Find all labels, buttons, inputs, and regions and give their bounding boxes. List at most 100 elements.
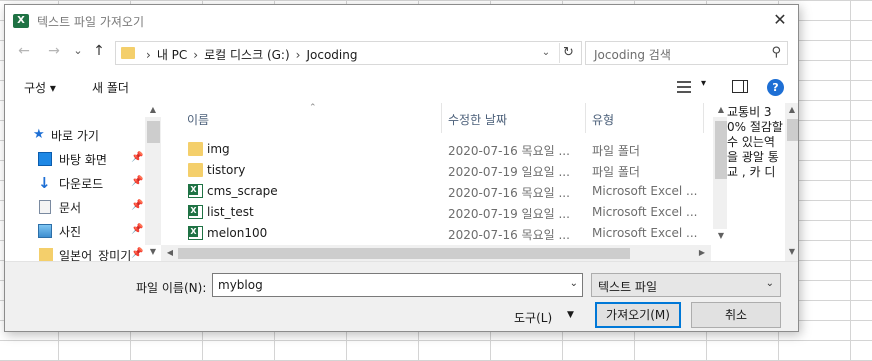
chevron-down-icon[interactable]: ⌄ [570,278,578,289]
scroll-up-icon[interactable]: ▲ [146,105,160,114]
file-list: ⌃ 이름 수정한 날짜 유형 img 2020-07-16 목요일 ... 파일… [161,103,729,261]
sidebar-item-pictures[interactable]: 사진 📌 [5,221,145,241]
pin-icon[interactable]: 📌 [131,176,143,187]
search-icon[interactable]: ⚲ [771,45,781,60]
sidebar-item-desktop[interactable]: 바탕 화면 📌 [5,149,145,169]
cancel-button[interactable]: 취소 [691,302,781,328]
sidebar-item-label: 바로 가기 [51,129,99,143]
list-item[interactable]: img 2020-07-16 목요일 ... 파일 폴더 [161,139,721,160]
chevron-down-icon[interactable]: ⌄ [766,278,774,289]
column-divider [585,103,586,133]
organize-menu-button[interactable]: 구성 ▾ [24,79,56,96]
recent-locations-chevron-icon[interactable]: ⌄ [69,42,87,60]
list-item[interactable]: cms_scrape 2020-07-16 목요일 ... Microsoft … [161,181,721,202]
list-item[interactable]: tistory 2020-07-19 일요일 ... 파일 폴더 [161,160,721,181]
refresh-icon[interactable]: ↻ [559,43,577,63]
back-arrow-icon[interactable]: ← [15,42,33,60]
file-name: tistory [207,163,246,177]
tools-menu-button[interactable]: 도구(L) [514,309,552,326]
column-divider [441,103,442,133]
scroll-left-icon[interactable]: ◀ [163,248,177,257]
navigation-bar: ← → ⌄ ↑ › 내 PC › 로컬 디스크 (G:) › Jocoding ⌄ ↻ J… [5,37,798,67]
filename-value: myblog [218,278,263,292]
excel-file-icon [188,184,203,198]
horizontal-scroll-thumb[interactable] [178,248,630,259]
file-list-horizontal-scrollbar[interactable]: ◀ ▶ [161,245,711,262]
up-arrow-icon[interactable]: ↑ [90,42,108,60]
pin-icon[interactable]: 📌 [131,224,143,235]
file-date: 2020-07-16 목요일 ... [448,186,570,200]
search-input[interactable]: Jocoding 검색 ⚲ [585,41,788,65]
sheet-vertical-scrollbar[interactable]: ▲ ▼ [785,103,798,261]
file-type: Microsoft Excel ... [592,205,698,219]
folder-icon [121,47,135,59]
scroll-down-icon[interactable]: ▼ [714,231,728,240]
scroll-up-icon[interactable]: ▲ [714,105,728,114]
scroll-down-icon[interactable]: ▼ [146,247,160,256]
filename-label: 파일 이름(N): [136,281,207,295]
breadcrumb: › 내 PC › 로컬 디스크 (G:) › Jocoding [140,46,357,63]
list-item[interactable]: melon100 2020-07-16 목요일 ... Microsoft Ex… [161,223,721,244]
pin-icon[interactable]: 📌 [131,152,143,163]
pin-icon[interactable]: 📌 [131,248,143,259]
folder-icon [188,142,203,156]
help-icon[interactable]: ? [767,79,784,96]
file-name: img [207,142,230,156]
sheet-scroll-thumb[interactable] [787,119,798,141]
file-date: 2020-07-16 목요일 ... [448,228,570,242]
desktop-icon [38,152,52,166]
forward-arrow-icon[interactable]: → [45,42,63,60]
new-folder-button[interactable]: 새 폴더 [92,79,129,96]
sidebar-item-label: 바탕 화면 [59,153,107,167]
document-icon [39,200,51,214]
excel-file-icon [188,205,203,219]
address-bar[interactable]: › 내 PC › 로컬 디스크 (G:) › Jocoding ⌄ ↻ [115,41,582,65]
file-type: Microsoft Excel ... [592,226,698,240]
file-date: 2020-07-16 목요일 ... [448,144,570,158]
breadcrumb-item-this-pc[interactable]: 내 PC [157,48,187,62]
scroll-up-icon[interactable]: ▲ [785,105,798,114]
nav-pane-scrollbar[interactable] [145,117,161,245]
preview-pane-icon[interactable] [732,80,748,93]
list-item[interactable]: list_test 2020-07-19 일요일 ... Microsoft E… [161,202,721,223]
sidebar-item-label: 다운로드 [59,177,104,191]
chevron-right-icon: › [295,48,301,62]
filename-field[interactable]: myblog ⌄ [212,273,583,297]
column-divider [703,103,704,133]
nav-pane-scroll-thumb[interactable] [147,121,160,143]
excel-app-icon: X [13,14,29,28]
download-icon: ↓ [38,174,51,192]
file-type-select[interactable]: 텍스트 파일 ⌄ [591,273,781,297]
star-icon: ★ [33,127,45,142]
breadcrumb-item-jocoding[interactable]: Jocoding [306,48,357,62]
file-date: 2020-07-19 일요일 ... [448,207,570,221]
file-name: melon100 [207,226,268,240]
scroll-down-icon[interactable]: ▼ [785,247,798,256]
sidebar-item-documents[interactable]: 문서 📌 [5,197,145,217]
search-placeholder: Jocoding 검색 [594,48,671,62]
command-toolbar: 구성 ▾ 새 폴더 ▾ ? [5,71,798,103]
close-icon[interactable]: ✕ [770,10,790,30]
file-date: 2020-07-19 일요일 ... [448,165,570,179]
column-header-date[interactable]: 수정한 날짜 [448,111,507,128]
address-dropdown-icon[interactable]: ⌄ [537,43,555,63]
dialog-title: 텍스트 파일 가져오기 [37,15,144,29]
tools-dropdown-icon[interactable]: ▼ [567,310,574,320]
pictures-icon [38,224,52,238]
pin-icon[interactable]: 📌 [131,200,143,211]
file-name: cms_scrape [207,184,278,198]
column-header-name[interactable]: 이름 [187,111,209,128]
column-header-type[interactable]: 유형 [592,111,614,128]
view-dropdown-icon[interactable]: ▾ [701,78,706,89]
view-options-icon[interactable] [677,81,691,93]
scroll-right-icon[interactable]: ▶ [695,248,709,257]
breadcrumb-item-local-disk[interactable]: 로컬 디스크 (G:) [204,48,290,62]
sheet-cell-text: 교통비 30% 절감할 수 있는역을 광알 통 교 , 카 디 [727,103,785,261]
sidebar-item-japanese-folder[interactable]: 일본어_장미기 📌 [5,245,145,261]
title-bar: X 텍스트 파일 가져오기 ✕ [5,5,798,35]
sidebar-item-label: 일본어_장미기 [59,249,132,261]
file-type: 파일 폴더 [592,144,640,158]
import-button[interactable]: 가져오기(M) [595,302,681,328]
sidebar-item-downloads[interactable]: ↓ 다운로드 📌 [5,173,145,193]
sidebar-item-quick-access[interactable]: ★ 바로 가기 [5,125,145,145]
